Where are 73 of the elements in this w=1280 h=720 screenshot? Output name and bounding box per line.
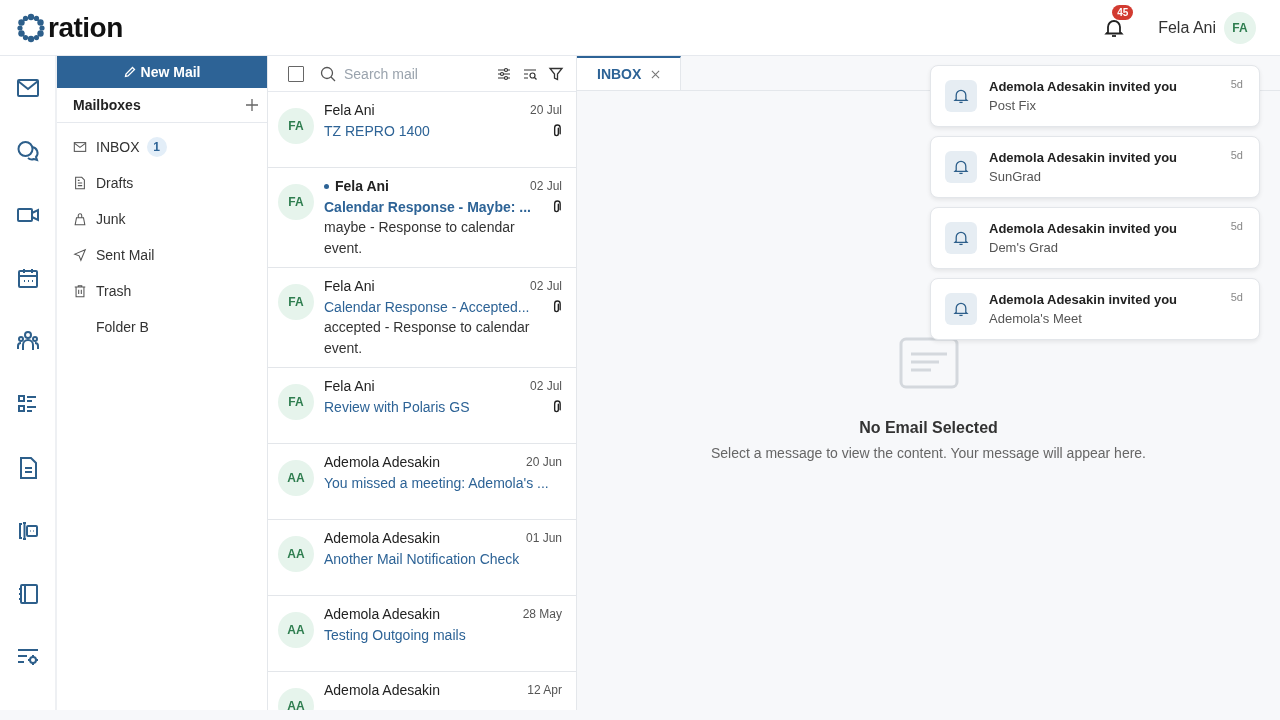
mail-item[interactable]: FA Fela Ani 20 Jul TZ REPRO 1400	[268, 92, 576, 168]
sender-avatar: FA	[278, 284, 314, 320]
notification-subtitle: Post Fix	[989, 98, 1037, 113]
mailboxes-heading: Mailboxes	[73, 97, 141, 113]
sender-name: Fela Ani	[324, 102, 375, 118]
search-field[interactable]: Search mail	[344, 65, 454, 82]
mail-date: 02 Jul	[529, 379, 562, 393]
folder-item[interactable]: Trash	[96, 283, 132, 299]
sender-avatar: AA	[278, 536, 314, 572]
sender-name: Fela Ani	[324, 278, 375, 294]
mail-item[interactable]: AA Ademola Adesakin 28 May Testing Outgoing mails	[268, 596, 576, 672]
mail-date: 01 Jun	[525, 531, 562, 545]
mail-item[interactable]: FA Fela Ani 02 Jul Review with Polaris GS	[268, 368, 576, 444]
mail-item[interactable]: AA Ademola Adesakin 01 Jun Another Mail Notification Check	[268, 520, 576, 596]
mail-subject: Calendar Response - Accepted...	[324, 299, 530, 315]
mail-date: 02 Jul	[529, 279, 562, 293]
new-mail-button[interactable]: New Mail	[57, 56, 267, 88]
mail-subject: Calendar Response - Maybe: ...	[324, 199, 531, 215]
folder-item[interactable]: Sent Mail	[96, 247, 155, 263]
logo-text: ration	[48, 11, 123, 44]
notification-title: Ademola Adesakin invited you	[989, 292, 1178, 307]
sender-name: Fela Ani	[335, 178, 389, 194]
notification-count: 45	[1112, 4, 1134, 20]
notification-time: 5d	[1230, 149, 1243, 161]
folder-item[interactable]: INBOX	[96, 139, 140, 155]
notification-card[interactable]: Ademola Adesakin invited you SunGrad 5d	[930, 136, 1260, 198]
mail-item[interactable]: FA Fela Ani 02 Jul Calendar Response - Accepted... accepted - Response to calendar event.	[268, 268, 576, 368]
mail-date: 20 Jul	[529, 103, 562, 117]
sender-avatar: FA	[278, 384, 314, 420]
sender-avatar: AA	[278, 612, 314, 648]
sender-avatar: AA	[278, 460, 314, 496]
sender-name: Fela Ani	[324, 378, 375, 394]
empty-state-title: No Email Selected	[859, 419, 998, 437]
notification-title: Ademola Adesakin invited you	[989, 221, 1178, 236]
notification-subtitle: SunGrad	[989, 169, 1043, 184]
mail-subject: TZ REPRO 1400	[324, 123, 430, 139]
mail-preview: accepted - Response to calendar event.	[324, 318, 531, 358]
notification-time: 5d	[1230, 78, 1243, 90]
notification-time: 5d	[1230, 291, 1243, 303]
mail-subject: Testing Outgoing mails	[324, 627, 466, 643]
sender-name: Ademola Adesakin	[324, 606, 440, 622]
mail-subject: Review with Polaris GS	[324, 399, 470, 415]
sender-avatar: AA	[278, 688, 314, 710]
sender-avatar: FA	[278, 108, 314, 144]
notification-time: 5d	[1230, 220, 1243, 232]
folder-item[interactable]: Junk	[96, 211, 126, 227]
mail-subject: You missed a meeting: Ademola's ...	[324, 475, 549, 491]
mail-date: 02 Jul	[529, 179, 562, 193]
mail-date: 12 Apr	[527, 683, 562, 697]
sender-name: Ademola Adesakin	[324, 682, 440, 698]
sender-avatar: FA	[278, 184, 314, 220]
notification-card[interactable]: Ademola Adesakin invited you Dem's Grad 5d	[930, 207, 1260, 269]
mail-date: 20 Jun	[525, 455, 562, 469]
notification-subtitle: Dem's Grad	[989, 240, 1059, 255]
notification-card[interactable]: Ademola Adesakin invited you Ademola's Meet 5d	[930, 278, 1260, 340]
mail-subject: Another Mail Notification Check	[324, 551, 520, 567]
inbox-tab[interactable]: INBOX	[577, 56, 682, 90]
unread-count: 1	[146, 137, 167, 157]
sender-name: Ademola Adesakin	[324, 530, 440, 546]
empty-state-message: Select a message to view the content. Your message will appear here.	[710, 445, 1146, 461]
notification-title: Ademola Adesakin invited you	[989, 150, 1178, 165]
notification-title: Ademola Adesakin invited you	[989, 79, 1178, 94]
notification-card[interactable]: Ademola Adesakin invited you Post Fix 5d	[930, 65, 1260, 127]
user-avatar[interactable]: FA	[1224, 11, 1256, 44]
mail-item[interactable]: AA Ademola Adesakin 20 Jun You missed a meeting: Ademola's ...	[268, 444, 576, 520]
notification-subtitle: Ademola's Meet	[989, 311, 1083, 326]
folder-item[interactable]: Drafts	[96, 175, 134, 191]
sender-name: Ademola Adesakin	[324, 454, 440, 470]
folder-item[interactable]: Folder B	[96, 319, 149, 335]
mail-item[interactable]: FA Fela Ani 02 Jul Calendar Response - Maybe: ... maybe - Response to calendar event.	[268, 168, 576, 268]
mail-preview: maybe - Response to calendar event.	[324, 218, 516, 258]
user-name: Fela Ani	[1158, 18, 1216, 37]
mail-date: 28 May	[522, 607, 562, 621]
